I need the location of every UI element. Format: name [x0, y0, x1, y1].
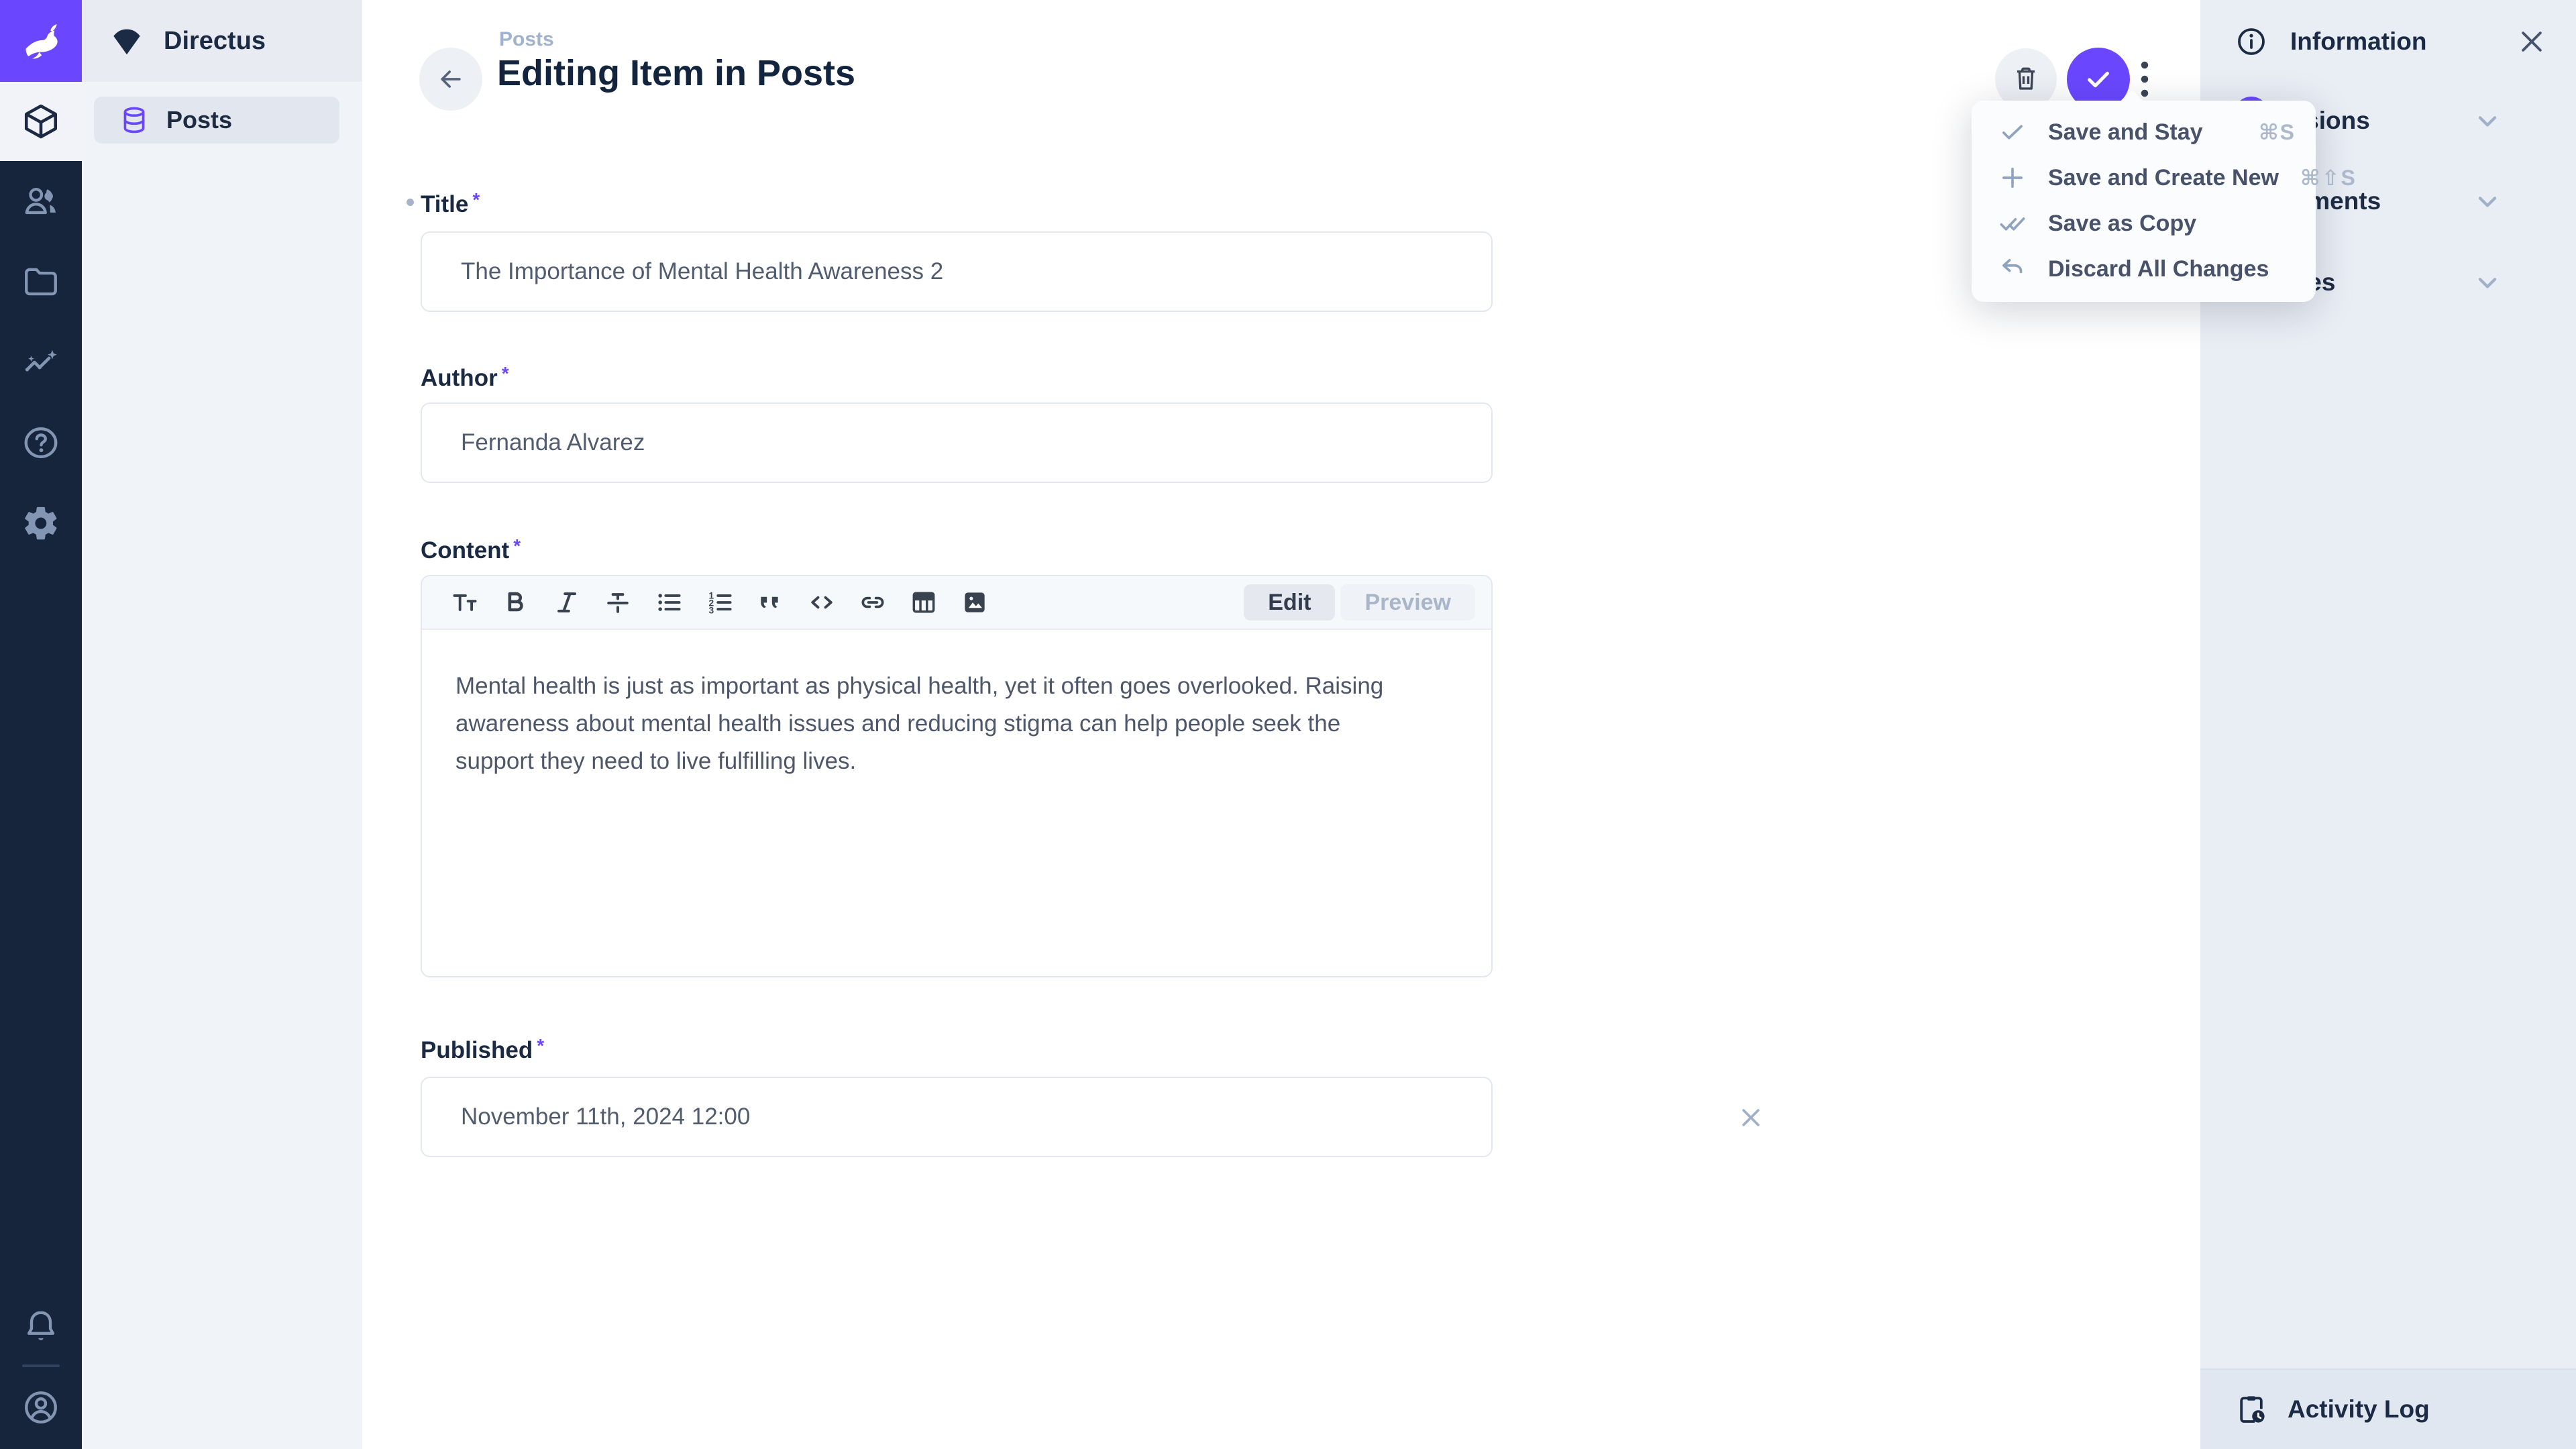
- trash-icon: [2012, 65, 2040, 93]
- published-input[interactable]: [421, 1077, 1493, 1157]
- chevron-down-icon: [2473, 268, 2502, 297]
- author-field-label: Author*: [421, 363, 509, 392]
- double-check-icon: [1998, 209, 2027, 237]
- image-icon[interactable]: [959, 586, 991, 619]
- tab-preview[interactable]: Preview: [1340, 584, 1475, 621]
- content-module-icon: [21, 102, 60, 141]
- module-bar: [0, 0, 82, 1449]
- main-content: Posts Editing Item in Posts Title* Autho…: [362, 0, 2200, 1449]
- directus-logo-tile[interactable]: [0, 0, 82, 82]
- module-files[interactable]: [0, 250, 82, 314]
- clear-date-button[interactable]: [1731, 1097, 1771, 1138]
- shortcut-hint: ⌘⇧S: [2300, 165, 2357, 191]
- strikethrough-icon[interactable]: [602, 586, 634, 619]
- editor-toolbar: 1 2 3: [422, 576, 1491, 630]
- link-icon[interactable]: [857, 586, 889, 619]
- nav-panel: Directus Posts: [82, 0, 362, 1449]
- clear-x-icon: [1737, 1104, 1764, 1131]
- check-icon: [2083, 64, 2114, 95]
- back-button[interactable]: [419, 48, 482, 111]
- activity-log-label: Activity Log: [2288, 1395, 2430, 1424]
- info-icon: [2235, 25, 2267, 58]
- user-menu-button[interactable]: [0, 1375, 82, 1440]
- project-header[interactable]: Directus: [82, 0, 362, 82]
- module-insights[interactable]: [0, 330, 82, 394]
- close-icon[interactable]: [2517, 27, 2546, 56]
- kebab-menu-icon: [2140, 60, 2149, 99]
- content-field-label: Content*: [421, 535, 521, 564]
- module-settings[interactable]: [0, 491, 82, 555]
- activity-log-button[interactable]: Activity Log: [2200, 1368, 2576, 1449]
- title-field-label: Title*: [421, 189, 480, 218]
- users-module-icon: [21, 182, 60, 221]
- table-icon[interactable]: [908, 586, 940, 619]
- editor-tabs: Edit Preview: [1244, 584, 1475, 621]
- sidebar-item-posts[interactable]: Posts: [94, 97, 339, 144]
- heading-icon[interactable]: [449, 586, 481, 619]
- settings-module-icon: [21, 504, 60, 543]
- database-icon: [119, 105, 149, 135]
- project-fan-icon: [109, 23, 145, 59]
- blockquote-icon[interactable]: [755, 586, 787, 619]
- required-marker: *: [472, 189, 480, 210]
- plus-icon: [1998, 164, 2027, 192]
- bulleted-list-icon[interactable]: [653, 586, 685, 619]
- markdown-editor: 1 2 3: [421, 575, 1493, 977]
- files-module-icon: [21, 262, 60, 301]
- title-input[interactable]: [421, 231, 1493, 312]
- arrow-left-icon: [436, 64, 466, 94]
- required-marker: *: [502, 363, 509, 384]
- undo-icon: [1998, 255, 2027, 283]
- directus-rabbit-icon: [15, 15, 66, 66]
- chevron-down-icon: [2473, 106, 2502, 136]
- breadcrumb[interactable]: Posts: [499, 28, 554, 51]
- page-title: Editing Item in Posts: [497, 52, 855, 94]
- sidebar-title: Information: [2290, 28, 2426, 56]
- tab-edit[interactable]: Edit: [1244, 584, 1335, 621]
- module-content-active[interactable]: [0, 82, 82, 161]
- help-module-icon: [21, 423, 60, 462]
- sidebar-item-label: Posts: [166, 106, 232, 134]
- user-avatar-icon: [21, 1388, 60, 1427]
- content-textarea[interactable]: Mental health is just as important as ph…: [422, 630, 1442, 818]
- notifications-button[interactable]: [0, 1295, 82, 1359]
- activity-log-icon: [2235, 1393, 2267, 1426]
- shortcut-hint: ⌘S: [2259, 119, 2296, 145]
- menu-item-save-and-create-new[interactable]: Save and Create New ⌘⇧S: [1972, 155, 2316, 201]
- menu-item-save-and-stay[interactable]: Save and Stay ⌘S: [1972, 109, 2316, 155]
- author-input[interactable]: [421, 402, 1493, 483]
- required-marker: *: [537, 1035, 544, 1056]
- svg-text:3: 3: [709, 606, 714, 616]
- module-help[interactable]: [0, 411, 82, 475]
- save-options-menu: Save and Stay ⌘S Save and Create New ⌘⇧S…: [1972, 101, 2316, 302]
- menu-item-save-as-copy[interactable]: Save as Copy: [1972, 201, 2316, 246]
- chevron-down-icon: [2473, 186, 2502, 216]
- code-icon[interactable]: [806, 586, 838, 619]
- module-users[interactable]: [0, 169, 82, 233]
- notifications-bell-icon: [21, 1307, 60, 1346]
- bold-icon[interactable]: [500, 586, 532, 619]
- project-name: Directus: [164, 27, 266, 56]
- required-marker: *: [513, 535, 521, 556]
- italic-icon[interactable]: [551, 586, 583, 619]
- field-edited-dot: [407, 199, 414, 206]
- insights-module-icon: [21, 343, 60, 382]
- menu-item-discard-all-changes[interactable]: Discard All Changes: [1972, 246, 2316, 292]
- modbar-divider: [22, 1364, 60, 1367]
- check-icon: [1998, 118, 2027, 146]
- numbered-list-icon[interactable]: 1 2 3: [704, 586, 736, 619]
- published-field-label: Published*: [421, 1035, 544, 1064]
